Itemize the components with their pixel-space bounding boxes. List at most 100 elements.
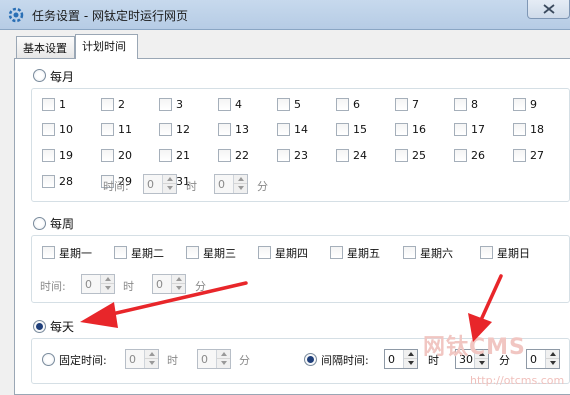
fixed-time-label: 固定时间: [59, 354, 107, 367]
weekday-label: 星期三 [203, 247, 236, 260]
interval-time-radio[interactable] [304, 353, 317, 366]
day-11-checkbox[interactable] [101, 123, 114, 136]
fixed-time-radio[interactable] [42, 353, 55, 366]
weekday-label: 星期日 [497, 247, 530, 260]
day-label: 18 [530, 123, 544, 136]
day-label: 13 [235, 123, 249, 136]
weekday-7-checkbox[interactable] [480, 246, 493, 259]
day-label: 19 [59, 149, 73, 162]
tab-schedule-time[interactable]: 计划时间 [75, 34, 138, 59]
day-19-checkbox[interactable] [42, 149, 55, 162]
day-label: 21 [176, 149, 190, 162]
day-2-checkbox[interactable] [101, 98, 114, 111]
day-25-checkbox[interactable] [395, 149, 408, 162]
daily-radio[interactable] [33, 320, 46, 333]
weekly-radio[interactable] [33, 217, 46, 230]
day-label: 16 [412, 123, 426, 136]
day-27-checkbox[interactable] [513, 149, 526, 162]
weekly-minute-value: 0 [156, 278, 163, 291]
day-4-checkbox[interactable] [218, 98, 231, 111]
monthly-hour-value: 0 [147, 178, 154, 191]
monthly-hour-unit: 时 [186, 180, 197, 193]
interval-hour-value: 0 [388, 353, 395, 366]
day-label: 26 [471, 149, 485, 162]
monthly-minute-unit: 分 [257, 180, 268, 193]
monthly-label: 每月 [50, 70, 75, 84]
day-label: 20 [118, 149, 132, 162]
day-6-checkbox[interactable] [336, 98, 349, 111]
weekday-4-checkbox[interactable] [258, 246, 271, 259]
day-label: 6 [353, 98, 360, 111]
weekday-1-checkbox[interactable] [42, 246, 55, 259]
weekday-label: 星期二 [131, 247, 164, 260]
day-17-checkbox[interactable] [454, 123, 467, 136]
weekday-6-checkbox[interactable] [403, 246, 416, 259]
day-label: 23 [294, 149, 308, 162]
day-label: 24 [353, 149, 367, 162]
day-12-checkbox[interactable] [159, 123, 172, 136]
fixed-hour-unit: 时 [167, 354, 178, 367]
day-7-checkbox[interactable] [395, 98, 408, 111]
day-26-checkbox[interactable] [454, 149, 467, 162]
fixed-minute-unit: 分 [239, 354, 250, 367]
tab-basic-settings[interactable]: 基本设置 [16, 36, 75, 58]
day-16-checkbox[interactable] [395, 123, 408, 136]
weekday-2-checkbox[interactable] [114, 246, 127, 259]
day-22-checkbox[interactable] [218, 149, 231, 162]
day-14-checkbox[interactable] [277, 123, 290, 136]
day-label: 11 [118, 123, 132, 136]
watermark-brand: 网钛CMS [423, 335, 526, 360]
day-label: 5 [294, 98, 301, 111]
close-button[interactable] [527, 0, 570, 19]
interval-hour-spinner[interactable]: 0 [384, 349, 418, 369]
day-28-checkbox[interactable] [42, 175, 55, 188]
day-5-checkbox[interactable] [277, 98, 290, 111]
day-label: 7 [412, 98, 419, 111]
monthly-hour-spinner[interactable]: 0 [143, 174, 177, 194]
day-23-checkbox[interactable] [277, 149, 290, 162]
day-13-checkbox[interactable] [218, 123, 231, 136]
weekly-hour-value: 0 [85, 278, 92, 291]
weekly-time-label: 时间: [40, 280, 66, 293]
day-label: 9 [530, 98, 537, 111]
fixed-hour-spinner[interactable]: 0 [125, 349, 159, 369]
monthly-time-label: 时间: [103, 180, 129, 193]
day-label: 3 [176, 98, 183, 111]
day-label: 1 [59, 98, 66, 111]
day-18-checkbox[interactable] [513, 123, 526, 136]
day-label: 4 [235, 98, 242, 111]
weekday-3-checkbox[interactable] [186, 246, 199, 259]
day-3-checkbox[interactable] [159, 98, 172, 111]
fixed-minute-value: 0 [201, 353, 208, 366]
close-icon [543, 4, 555, 14]
day-20-checkbox[interactable] [101, 149, 114, 162]
weekday-label: 星期四 [275, 247, 308, 260]
interval-second-spinner[interactable]: 0 [526, 349, 560, 369]
window-title: 任务设置 - 网钛定时运行网页 [32, 9, 188, 23]
day-label: 17 [471, 123, 485, 136]
day-21-checkbox[interactable] [159, 149, 172, 162]
watermark-url: http://otcms.com [470, 374, 565, 387]
weekly-hour-spinner[interactable]: 0 [81, 274, 115, 294]
weekly-minute-spinner[interactable]: 0 [152, 274, 186, 294]
day-label: 12 [176, 123, 190, 136]
day-9-checkbox[interactable] [513, 98, 526, 111]
day-label: 25 [412, 149, 426, 162]
interval-second-value: 0 [530, 353, 537, 366]
day-8-checkbox[interactable] [454, 98, 467, 111]
app-icon [8, 7, 24, 23]
weekday-5-checkbox[interactable] [330, 246, 343, 259]
day-label: 14 [294, 123, 308, 136]
interval-time-label: 间隔时间: [321, 354, 369, 367]
monthly-minute-spinner[interactable]: 0 [214, 174, 248, 194]
day-24-checkbox[interactable] [336, 149, 349, 162]
day-10-checkbox[interactable] [42, 123, 55, 136]
day-15-checkbox[interactable] [336, 123, 349, 136]
weekday-label: 星期五 [347, 247, 380, 260]
day-label: 27 [530, 149, 544, 162]
day-1-checkbox[interactable] [42, 98, 55, 111]
weekly-minute-unit: 分 [195, 280, 206, 293]
monthly-radio[interactable] [33, 69, 46, 82]
fixed-minute-spinner[interactable]: 0 [197, 349, 231, 369]
day-label: 22 [235, 149, 249, 162]
